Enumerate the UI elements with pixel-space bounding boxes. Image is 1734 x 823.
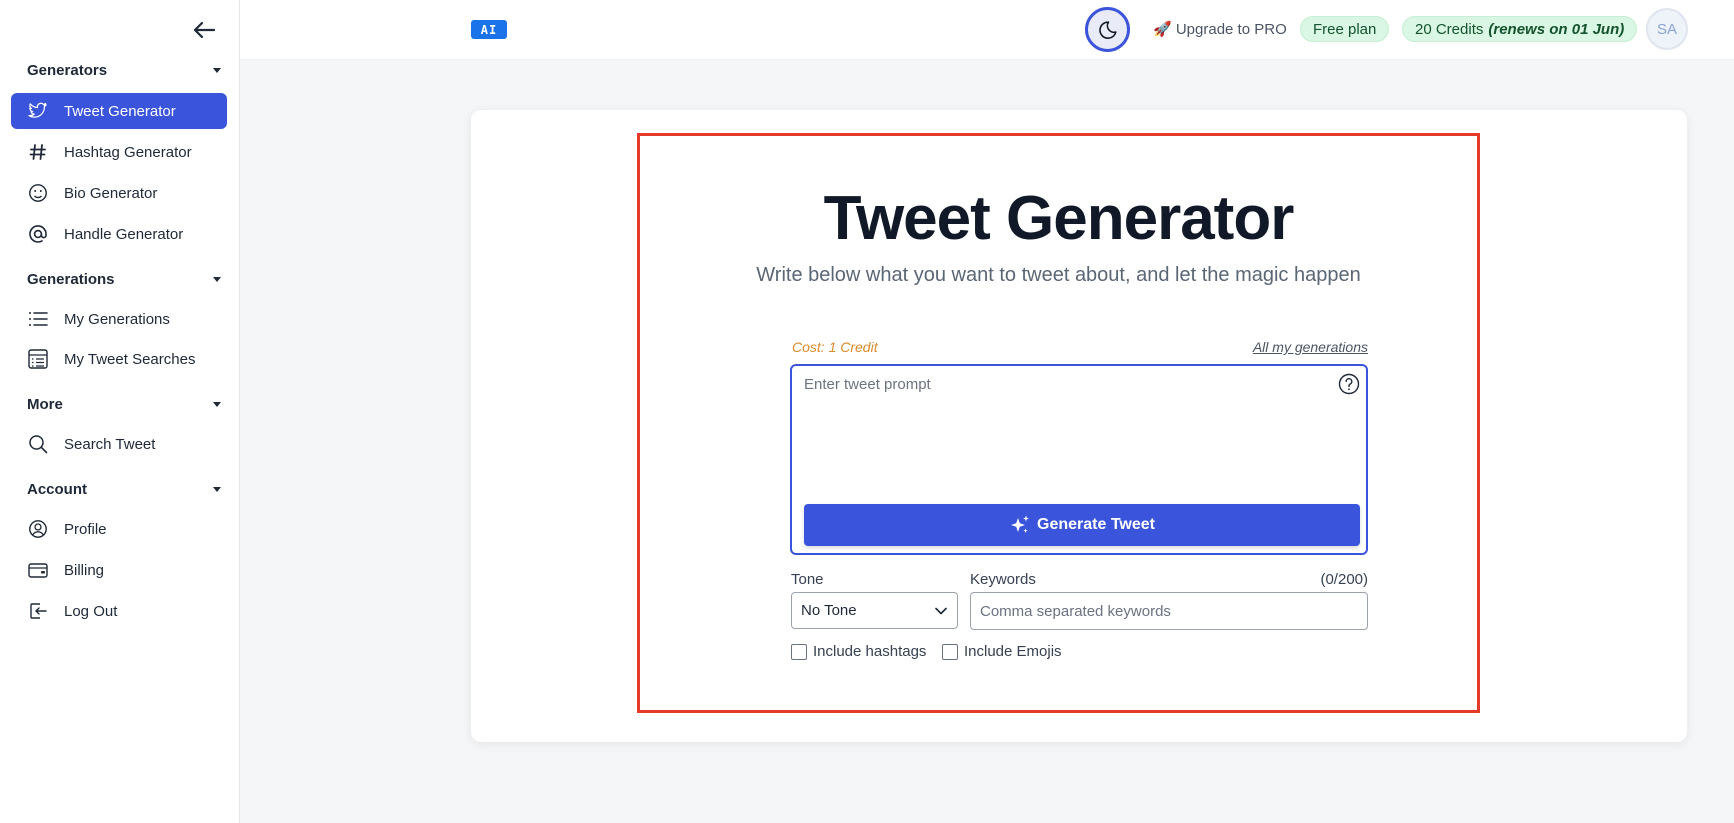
credits-badge: 20 Credits (renews on 01 Jun) <box>1402 16 1638 42</box>
user-circle-icon <box>27 518 49 540</box>
section-account[interactable]: Account <box>27 478 223 500</box>
collapse-sidebar-button[interactable] <box>190 18 218 42</box>
section-title: Account <box>27 480 87 498</box>
sidebar-item-tweet-generator[interactable]: Tweet Generator <box>11 93 227 129</box>
list-icon <box>27 308 49 330</box>
chevron-down-icon <box>935 607 947 614</box>
section-title: Generators <box>27 61 108 79</box>
sidebar-item-label: Billing <box>64 561 105 579</box>
keywords-label: Keywords <box>970 571 1036 588</box>
theme-toggle-button[interactable] <box>1085 7 1130 52</box>
ai-logo-badge[interactable]: AI <box>471 20 507 39</box>
generate-button-label: Generate Tweet <box>1037 516 1155 533</box>
section-title: Generations <box>27 270 115 288</box>
sidebar-item-label: My Tweet Searches <box>64 350 196 368</box>
twitter-bird-icon <box>27 100 49 122</box>
tone-value: No Tone <box>801 602 857 619</box>
include-hashtags-checkbox[interactable]: Include hashtags <box>791 643 926 660</box>
tone-label: Tone <box>791 571 824 588</box>
section-generators[interactable]: Generators <box>27 59 223 81</box>
section-title: More <box>27 395 63 413</box>
sidebar-item-bio-generator[interactable]: Bio Generator <box>11 175 227 211</box>
sidebar-item-label: Bio Generator <box>64 184 158 202</box>
sidebar-item-handle-generator[interactable]: Handle Generator <box>11 216 227 252</box>
wallet-icon <box>27 559 49 581</box>
page-title: Tweet Generator <box>823 184 1295 253</box>
section-more[interactable]: More <box>27 393 223 415</box>
sidebar-item-label: Search Tweet <box>64 435 156 453</box>
sidebar-item-label: My Generations <box>64 310 170 328</box>
keywords-counter: (0/200) <box>1320 571 1368 588</box>
caret-down-icon <box>213 486 221 492</box>
include-emojis-label: Include Emojis <box>964 643 1062 660</box>
sidebar-item-log-out[interactable]: Log Out <box>11 593 227 629</box>
sidebar-item-my-tweet-searches[interactable]: My Tweet Searches <box>11 341 227 377</box>
sidebar-item-billing[interactable]: Billing <box>11 552 227 588</box>
credits-renew-date: (renews on 01 Jun) <box>1488 20 1625 38</box>
generate-tweet-button[interactable]: Generate Tweet <box>804 504 1360 546</box>
all-generations-link[interactable]: All my generations <box>1100 339 1368 355</box>
sidebar-item-label: Log Out <box>64 602 118 620</box>
sidebar-item-label: Handle Generator <box>64 225 184 243</box>
logout-icon <box>27 600 49 622</box>
caret-down-icon <box>213 276 221 282</box>
page-subtitle: Write below what you want to tweet about… <box>756 264 1361 286</box>
tone-select[interactable]: No Tone <box>791 592 958 629</box>
prompt-box: Generate Tweet <box>790 364 1368 555</box>
sidebar-item-label: Hashtag Generator <box>64 143 192 161</box>
moon-icon <box>1098 20 1117 39</box>
sparkles-icon <box>1009 514 1031 536</box>
plan-badge: Free plan <box>1300 16 1390 42</box>
sidebar-item-profile[interactable]: Profile <box>11 511 227 547</box>
caret-down-icon <box>213 401 221 407</box>
include-emojis-checkbox[interactable]: Include Emojis <box>942 643 1062 660</box>
sidebar-item-label: Tweet Generator <box>64 102 176 120</box>
checkbox-box[interactable] <box>942 643 958 660</box>
sidebar-item-hashtag-generator[interactable]: Hashtag Generator <box>11 134 227 170</box>
credits-label: 20 Credits <box>1415 20 1484 38</box>
keywords-input[interactable] <box>970 592 1368 630</box>
caret-down-icon <box>213 67 221 73</box>
table-list-icon <box>27 348 49 370</box>
sidebar: Generators Tweet Generator Hashtag Gener… <box>0 0 240 823</box>
avatar[interactable]: SA <box>1646 8 1688 50</box>
tweet-prompt-input[interactable] <box>804 376 1324 476</box>
section-generations[interactable]: Generations <box>27 268 223 290</box>
upgrade-to-pro-link[interactable]: 🚀 Upgrade to PRO <box>1153 20 1287 38</box>
search-icon <box>27 433 49 455</box>
cost-label: Cost: 1 Credit <box>792 339 878 355</box>
hashtag-icon <box>27 141 49 163</box>
help-circle-icon[interactable] <box>1338 373 1360 395</box>
sidebar-item-search-tweet[interactable]: Search Tweet <box>11 426 227 462</box>
include-hashtags-label: Include hashtags <box>813 643 927 660</box>
at-sign-icon <box>27 223 49 245</box>
plan-label: Free plan <box>1313 20 1377 38</box>
sidebar-item-label: Profile <box>64 520 107 538</box>
sidebar-item-my-generations[interactable]: My Generations <box>11 301 227 337</box>
face-icon <box>27 182 49 204</box>
arrow-left-icon <box>193 21 216 39</box>
checkbox-box[interactable] <box>791 643 807 660</box>
